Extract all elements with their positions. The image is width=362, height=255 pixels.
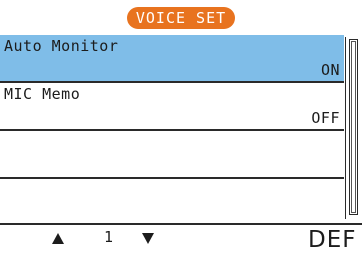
menu-item-empty[interactable]: [0, 131, 344, 179]
voice-set-screen: VOICE SET Auto Monitor ON MIC Memo OFF 1…: [0, 0, 362, 253]
menu-item-auto-monitor[interactable]: Auto Monitor ON: [0, 35, 344, 83]
scroll-track[interactable]: [349, 39, 358, 215]
triangle-up-icon[interactable]: [52, 233, 64, 244]
title-bar: VOICE SET: [0, 0, 362, 30]
def-button[interactable]: DEF: [308, 225, 356, 253]
menu-item-value: ON: [320, 61, 340, 79]
menu-item-mic-memo[interactable]: MIC Memo OFF: [0, 83, 344, 131]
scrollbar[interactable]: [345, 37, 362, 219]
menu-list: Auto Monitor ON MIC Memo OFF: [0, 35, 344, 223]
footer-bar: 1 DEF: [0, 223, 362, 253]
menu-item-label: MIC Memo: [4, 85, 81, 103]
page-number: 1: [104, 228, 114, 246]
menu-item-empty[interactable]: [0, 179, 344, 223]
scroll-thumb[interactable]: [351, 41, 356, 213]
menu-item-label: Auto Monitor: [4, 37, 119, 55]
page-title: VOICE SET: [127, 7, 235, 29]
triangle-down-icon[interactable]: [142, 233, 154, 244]
menu-item-value: OFF: [311, 109, 340, 127]
